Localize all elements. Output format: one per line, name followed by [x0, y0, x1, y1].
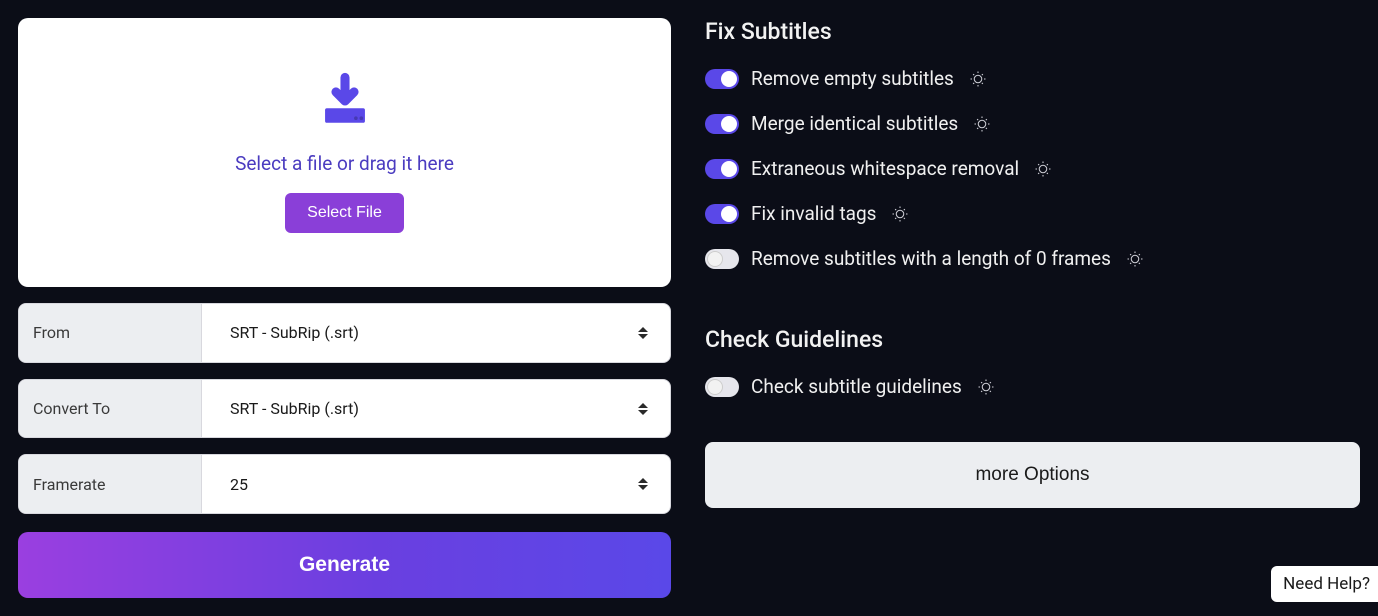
lightbulb-icon[interactable]	[977, 378, 995, 396]
upload-dropzone[interactable]: Select a file or drag it here Select Fil…	[18, 18, 671, 287]
framerate-label: Framerate	[19, 455, 202, 513]
select-caret-icon	[638, 327, 648, 339]
select-file-button[interactable]: Select File	[285, 193, 404, 233]
convert-to-label: Convert To	[19, 380, 202, 438]
check-guidelines-title: Check Guidelines	[705, 326, 1360, 353]
toggle-fix-tags[interactable]	[705, 204, 739, 224]
lightbulb-icon[interactable]	[969, 70, 987, 88]
need-help-button[interactable]: Need Help?	[1271, 566, 1378, 602]
lightbulb-icon[interactable]	[1126, 250, 1144, 268]
option-label: Extraneous whitespace removal	[751, 157, 1019, 180]
select-caret-icon	[638, 403, 648, 415]
option-merge-identical: Merge identical subtitles	[705, 112, 1360, 135]
upload-prompt: Select a file or drag it here	[235, 152, 454, 175]
toggle-check-guidelines[interactable]	[705, 377, 739, 397]
toggle-whitespace[interactable]	[705, 159, 739, 179]
lightbulb-icon[interactable]	[891, 205, 909, 223]
from-row: From SRT - SubRip (.srt)	[18, 303, 671, 363]
option-label: Merge identical subtitles	[751, 112, 958, 135]
lightbulb-icon[interactable]	[973, 115, 991, 133]
framerate-select[interactable]: 25	[202, 455, 670, 513]
generate-button[interactable]: Generate	[18, 532, 671, 598]
framerate-row: Framerate 25	[18, 454, 671, 514]
framerate-value: 25	[230, 475, 248, 494]
convert-to-select[interactable]: SRT - SubRip (.srt)	[202, 380, 670, 438]
lightbulb-icon[interactable]	[1034, 160, 1052, 178]
option-label: Remove empty subtitles	[751, 67, 954, 90]
option-label: Remove subtitles with a length of 0 fram…	[751, 247, 1111, 270]
from-value: SRT - SubRip (.srt)	[230, 323, 359, 342]
from-select[interactable]: SRT - SubRip (.srt)	[202, 304, 670, 362]
option-fix-tags: Fix invalid tags	[705, 202, 1360, 225]
option-whitespace: Extraneous whitespace removal	[705, 157, 1360, 180]
more-options-button[interactable]: more Options	[705, 442, 1360, 508]
option-remove-empty: Remove empty subtitles	[705, 67, 1360, 90]
option-check-guidelines: Check subtitle guidelines	[705, 375, 1360, 398]
toggle-remove-empty[interactable]	[705, 69, 739, 89]
option-label: Fix invalid tags	[751, 202, 876, 225]
convert-to-row: Convert To SRT - SubRip (.srt)	[18, 379, 671, 439]
option-label: Check subtitle guidelines	[751, 375, 962, 398]
select-caret-icon	[638, 478, 648, 490]
fix-subtitles-title: Fix Subtitles	[705, 18, 1360, 45]
toggle-zero-frames[interactable]	[705, 249, 739, 269]
download-icon	[316, 72, 374, 134]
from-label: From	[19, 304, 202, 362]
option-zero-frames: Remove subtitles with a length of 0 fram…	[705, 247, 1360, 270]
toggle-merge-identical[interactable]	[705, 114, 739, 134]
convert-to-value: SRT - SubRip (.srt)	[230, 399, 359, 418]
